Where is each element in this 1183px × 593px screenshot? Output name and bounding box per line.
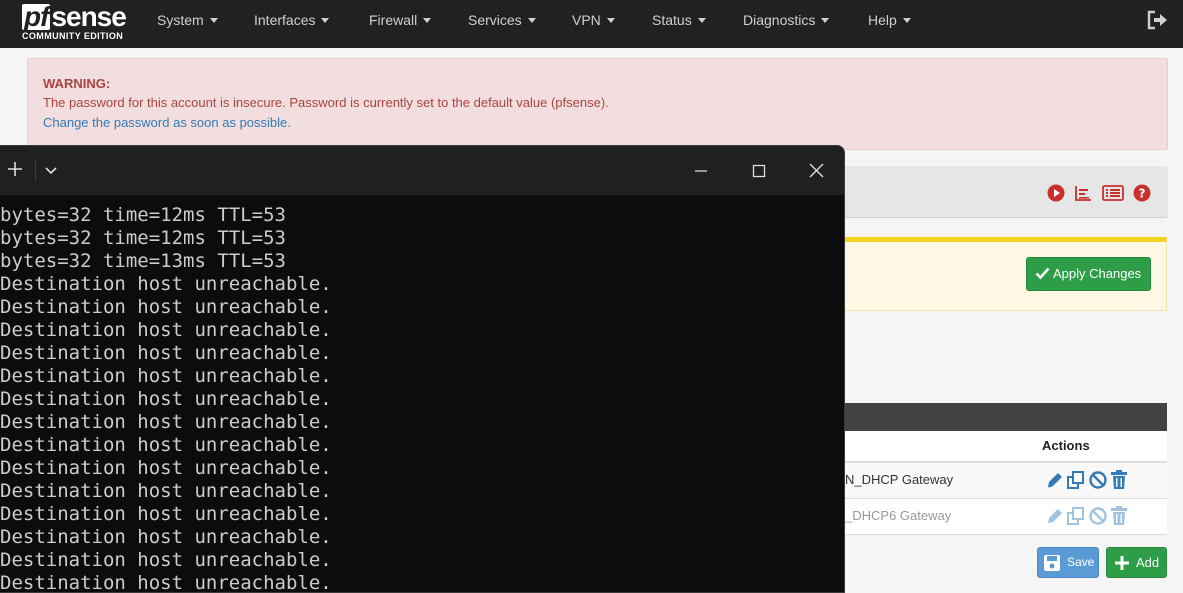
caret-down-icon	[697, 17, 706, 23]
table-header-row	[845, 431, 1167, 463]
nav-diagnostics[interactable]: Diagnostics	[743, 0, 830, 48]
caret-down-icon	[606, 17, 615, 23]
copy-icon[interactable]	[1066, 506, 1086, 526]
change-password-link[interactable]: Change the password as soon as possible.	[43, 113, 1152, 133]
nav-services[interactable]: Services	[468, 0, 536, 48]
play-circle-icon[interactable]	[1047, 184, 1065, 202]
warning-title: WARNING:	[43, 76, 111, 91]
terminal-line: Destination host unreachable.	[0, 503, 332, 525]
terminal-line: Destination host unreachable.	[0, 388, 332, 410]
save-label: Save	[1067, 555, 1095, 569]
copy-icon[interactable]	[1066, 470, 1086, 490]
add-label: Add	[1136, 555, 1160, 570]
caret-down-icon	[902, 17, 911, 23]
terminal-line: Destination host unreachable.	[0, 342, 332, 364]
terminal-line: Destination host unreachable.	[0, 411, 332, 433]
terminal-line: Destination host unreachable.	[0, 572, 332, 593]
nav-firewall[interactable]: Firewall	[369, 0, 432, 48]
actions-column-header: Actions	[1042, 438, 1090, 453]
nav-interfaces[interactable]: Interfaces	[254, 0, 330, 48]
chevron-down-icon[interactable]	[42, 164, 60, 178]
logo-sense: sense	[51, 1, 126, 32]
nav-help[interactable]: Help	[868, 0, 911, 48]
gateways-panel-heading	[845, 403, 1167, 431]
pencil-icon[interactable]	[1045, 470, 1065, 490]
terminal-title-bar[interactable]	[0, 146, 844, 195]
page-title-bar: ?	[845, 166, 1168, 218]
bar-chart-icon[interactable]	[1074, 184, 1092, 202]
terminal-window[interactable]: bytes=32 time=12ms TTL=53 bytes=32 time=1…	[0, 145, 845, 593]
title-bar-divider	[35, 160, 36, 182]
caret-down-icon	[527, 17, 536, 23]
terminal-output[interactable]: bytes=32 time=12ms TTL=53 bytes=32 time=1…	[0, 204, 844, 593]
gateway-description: N_DHCP Gateway	[845, 472, 954, 487]
ban-icon[interactable]	[1088, 506, 1108, 526]
plus-icon	[1115, 556, 1129, 570]
password-warning-alert: WARNING: The password for this account i…	[27, 58, 1168, 150]
caret-down-icon	[209, 17, 218, 23]
new-tab-plus-icon[interactable]	[4, 158, 26, 180]
table-row: N_DHCP Gateway	[845, 463, 1167, 499]
pencil-icon[interactable]	[1045, 506, 1065, 526]
caret-down-icon	[821, 17, 830, 23]
terminal-line: bytes=32 time=12ms TTL=53	[0, 227, 286, 249]
terminal-line: bytes=32 time=12ms TTL=53	[0, 204, 286, 226]
apply-changes-label: Apply Changes	[1053, 266, 1142, 281]
row-actions	[1045, 506, 1128, 526]
logo-pf: pf	[22, 1, 51, 32]
terminal-line: bytes=32 time=13ms TTL=53	[0, 250, 286, 272]
trash-icon[interactable]	[1110, 470, 1128, 490]
save-button[interactable]: Save	[1037, 547, 1099, 578]
terminal-line: Destination host unreachable.	[0, 526, 332, 548]
list-icon[interactable]	[1102, 184, 1124, 202]
add-button[interactable]: Add	[1106, 547, 1167, 578]
logo-edition: COMMUNITY EDITION	[22, 31, 124, 41]
floppy-disk-icon	[1044, 555, 1060, 571]
terminal-line: Destination host unreachable.	[0, 273, 332, 295]
table-row: _DHCP6 Gateway	[845, 499, 1167, 535]
caret-down-icon	[423, 17, 432, 23]
terminal-line: Destination host unreachable.	[0, 296, 332, 318]
question-circle-icon[interactable]: ?	[1133, 184, 1151, 202]
terminal-line: Destination host unreachable.	[0, 549, 332, 571]
gateway-description: _DHCP6 Gateway	[845, 508, 952, 523]
terminal-line: Destination host unreachable.	[0, 480, 332, 502]
nav-status[interactable]: Status	[652, 0, 706, 48]
terminal-line: Destination host unreachable.	[0, 434, 332, 456]
maximize-icon[interactable]	[736, 156, 782, 186]
terminal-line: Destination host unreachable.	[0, 365, 332, 387]
warning-text: The password for this account is insecur…	[43, 95, 609, 110]
close-icon[interactable]	[794, 156, 840, 186]
svg-text:?: ?	[1139, 187, 1146, 201]
apply-changes-button[interactable]: Apply Changes	[1026, 257, 1151, 291]
pfsense-logo[interactable]: pf sense COMMUNITY EDITION	[20, 1, 132, 43]
nav-system[interactable]: System	[157, 0, 218, 48]
minimize-icon[interactable]	[678, 156, 724, 186]
nav-vpn[interactable]: VPN	[572, 0, 615, 48]
ban-icon[interactable]	[1088, 470, 1108, 490]
terminal-line: Destination host unreachable.	[0, 319, 332, 341]
row-actions	[1045, 470, 1128, 490]
trash-icon[interactable]	[1110, 506, 1128, 526]
terminal-line: Destination host unreachable.	[0, 457, 332, 479]
check-icon	[1035, 267, 1050, 280]
caret-down-icon	[321, 17, 330, 23]
top-navbar: pf sense COMMUNITY EDITION System Interfa…	[0, 0, 1183, 48]
sign-out-icon[interactable]	[1146, 9, 1170, 31]
